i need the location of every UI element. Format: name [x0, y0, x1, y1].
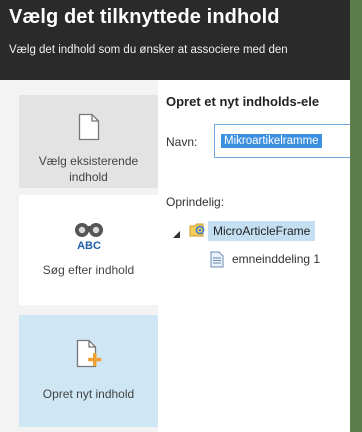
page-icon: [210, 251, 224, 273]
sidebar-item-select-existing[interactable]: Vælg eksisterende indhold: [19, 95, 158, 188]
sidebar-item-label: Vælg eksisterende indhold: [38, 154, 139, 184]
tree-item-label: emneinddeling 1: [232, 252, 321, 266]
content-folder-icon: [189, 221, 206, 244]
new-document-icon: [76, 339, 102, 372]
sidebar-item-create-new[interactable]: Opret nyt indhold: [19, 315, 158, 427]
origin-label: Oprindelig:: [166, 195, 225, 209]
document-icon: [78, 113, 100, 144]
dialog-header: Vælg det tilknyttede indhold Vælg det in…: [0, 0, 350, 80]
binoculars-abc-icon: ABC: [72, 221, 106, 254]
sidebar-item-label: Opret nyt indhold: [42, 387, 135, 401]
sidebar: Vælg eksisterende indhold ABC Søg efter …: [0, 80, 158, 432]
dialog-subtitle: Vælg det indhold som du ønsker at associ…: [9, 44, 288, 56]
create-content-panel: Opret et nyt indholds-ele Navn: Mikroart…: [158, 80, 350, 432]
expand-triangle-icon[interactable]: [172, 226, 181, 244]
tree-item-child[interactable]: emneinddeling 1: [210, 250, 350, 270]
dialog-title: Vælg det tilknyttede indhold: [9, 6, 280, 28]
sidebar-item-search-content[interactable]: ABC Søg efter indhold: [19, 195, 158, 305]
sidebar-item-label: Søg efter indhold: [42, 263, 135, 277]
name-input-value: Mikroartikelramme: [221, 134, 322, 148]
name-input[interactable]: Mikroartikelramme: [214, 124, 350, 158]
name-label: Navn:: [166, 135, 198, 149]
tree-item-root[interactable]: MicroArticleFrame: [172, 221, 350, 241]
associate-content-dialog: Vælg det tilknyttede indhold Vælg det in…: [0, 0, 350, 432]
svg-text:ABC: ABC: [77, 240, 101, 251]
section-title: Opret et nyt indholds-ele: [166, 94, 320, 109]
tree-item-label: MicroArticleFrame: [208, 221, 316, 241]
